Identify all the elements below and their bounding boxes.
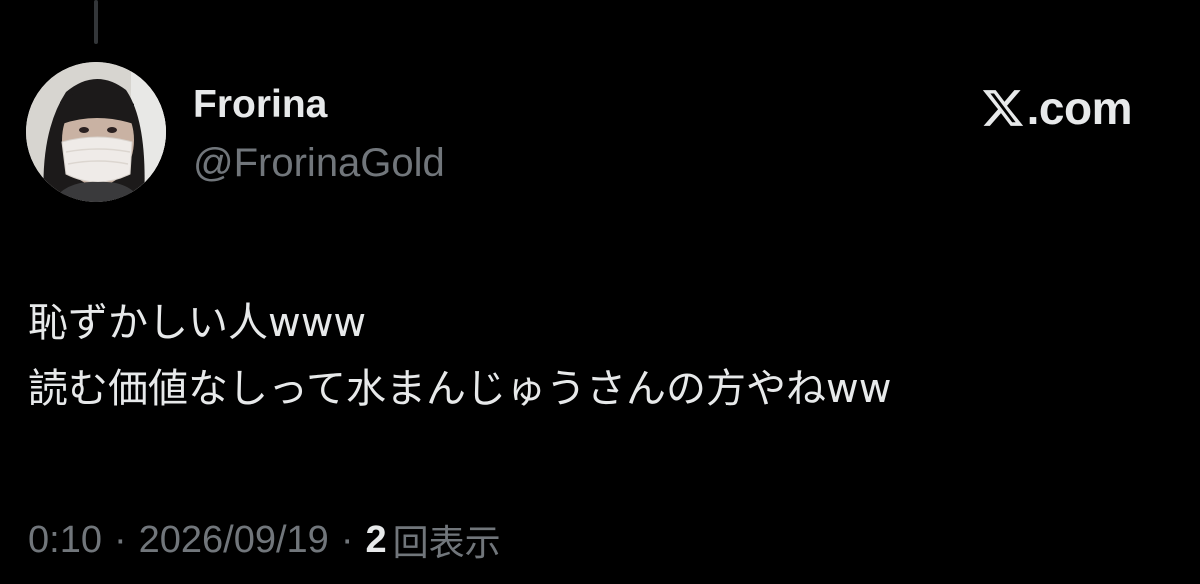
brand-domain-text: .com [1026,82,1133,134]
brand-watermark: .com [981,80,1133,136]
user-handle[interactable]: @FrorinaGold [193,139,445,187]
meta-separator: · [113,518,127,561]
display-name[interactable]: Frorina [193,82,327,128]
views-label: 回表示 [392,523,501,564]
avatar[interactable] [26,62,166,202]
meta-separator: · [340,518,354,561]
post-date[interactable]: 2026/09/19 [139,519,329,562]
tweet-line: 読む価値なしって水まんじゅうさんの方やねww [28,366,892,412]
tweet-body: 恥ずかしい人www 読む価値なしって水まんじゅうさんの方やねww [28,290,1168,422]
post-time[interactable]: 0:10 [28,519,102,562]
avatar-image [26,62,166,202]
thread-connector-line [94,0,98,44]
views-count[interactable]: 2 [365,519,386,562]
tweet-line: 恥ずかしい人www [28,300,367,346]
x-logo-icon [981,86,1025,130]
tweet-metadata: 0:10 · 2026/09/19 · 2 回表示 [28,512,501,568]
